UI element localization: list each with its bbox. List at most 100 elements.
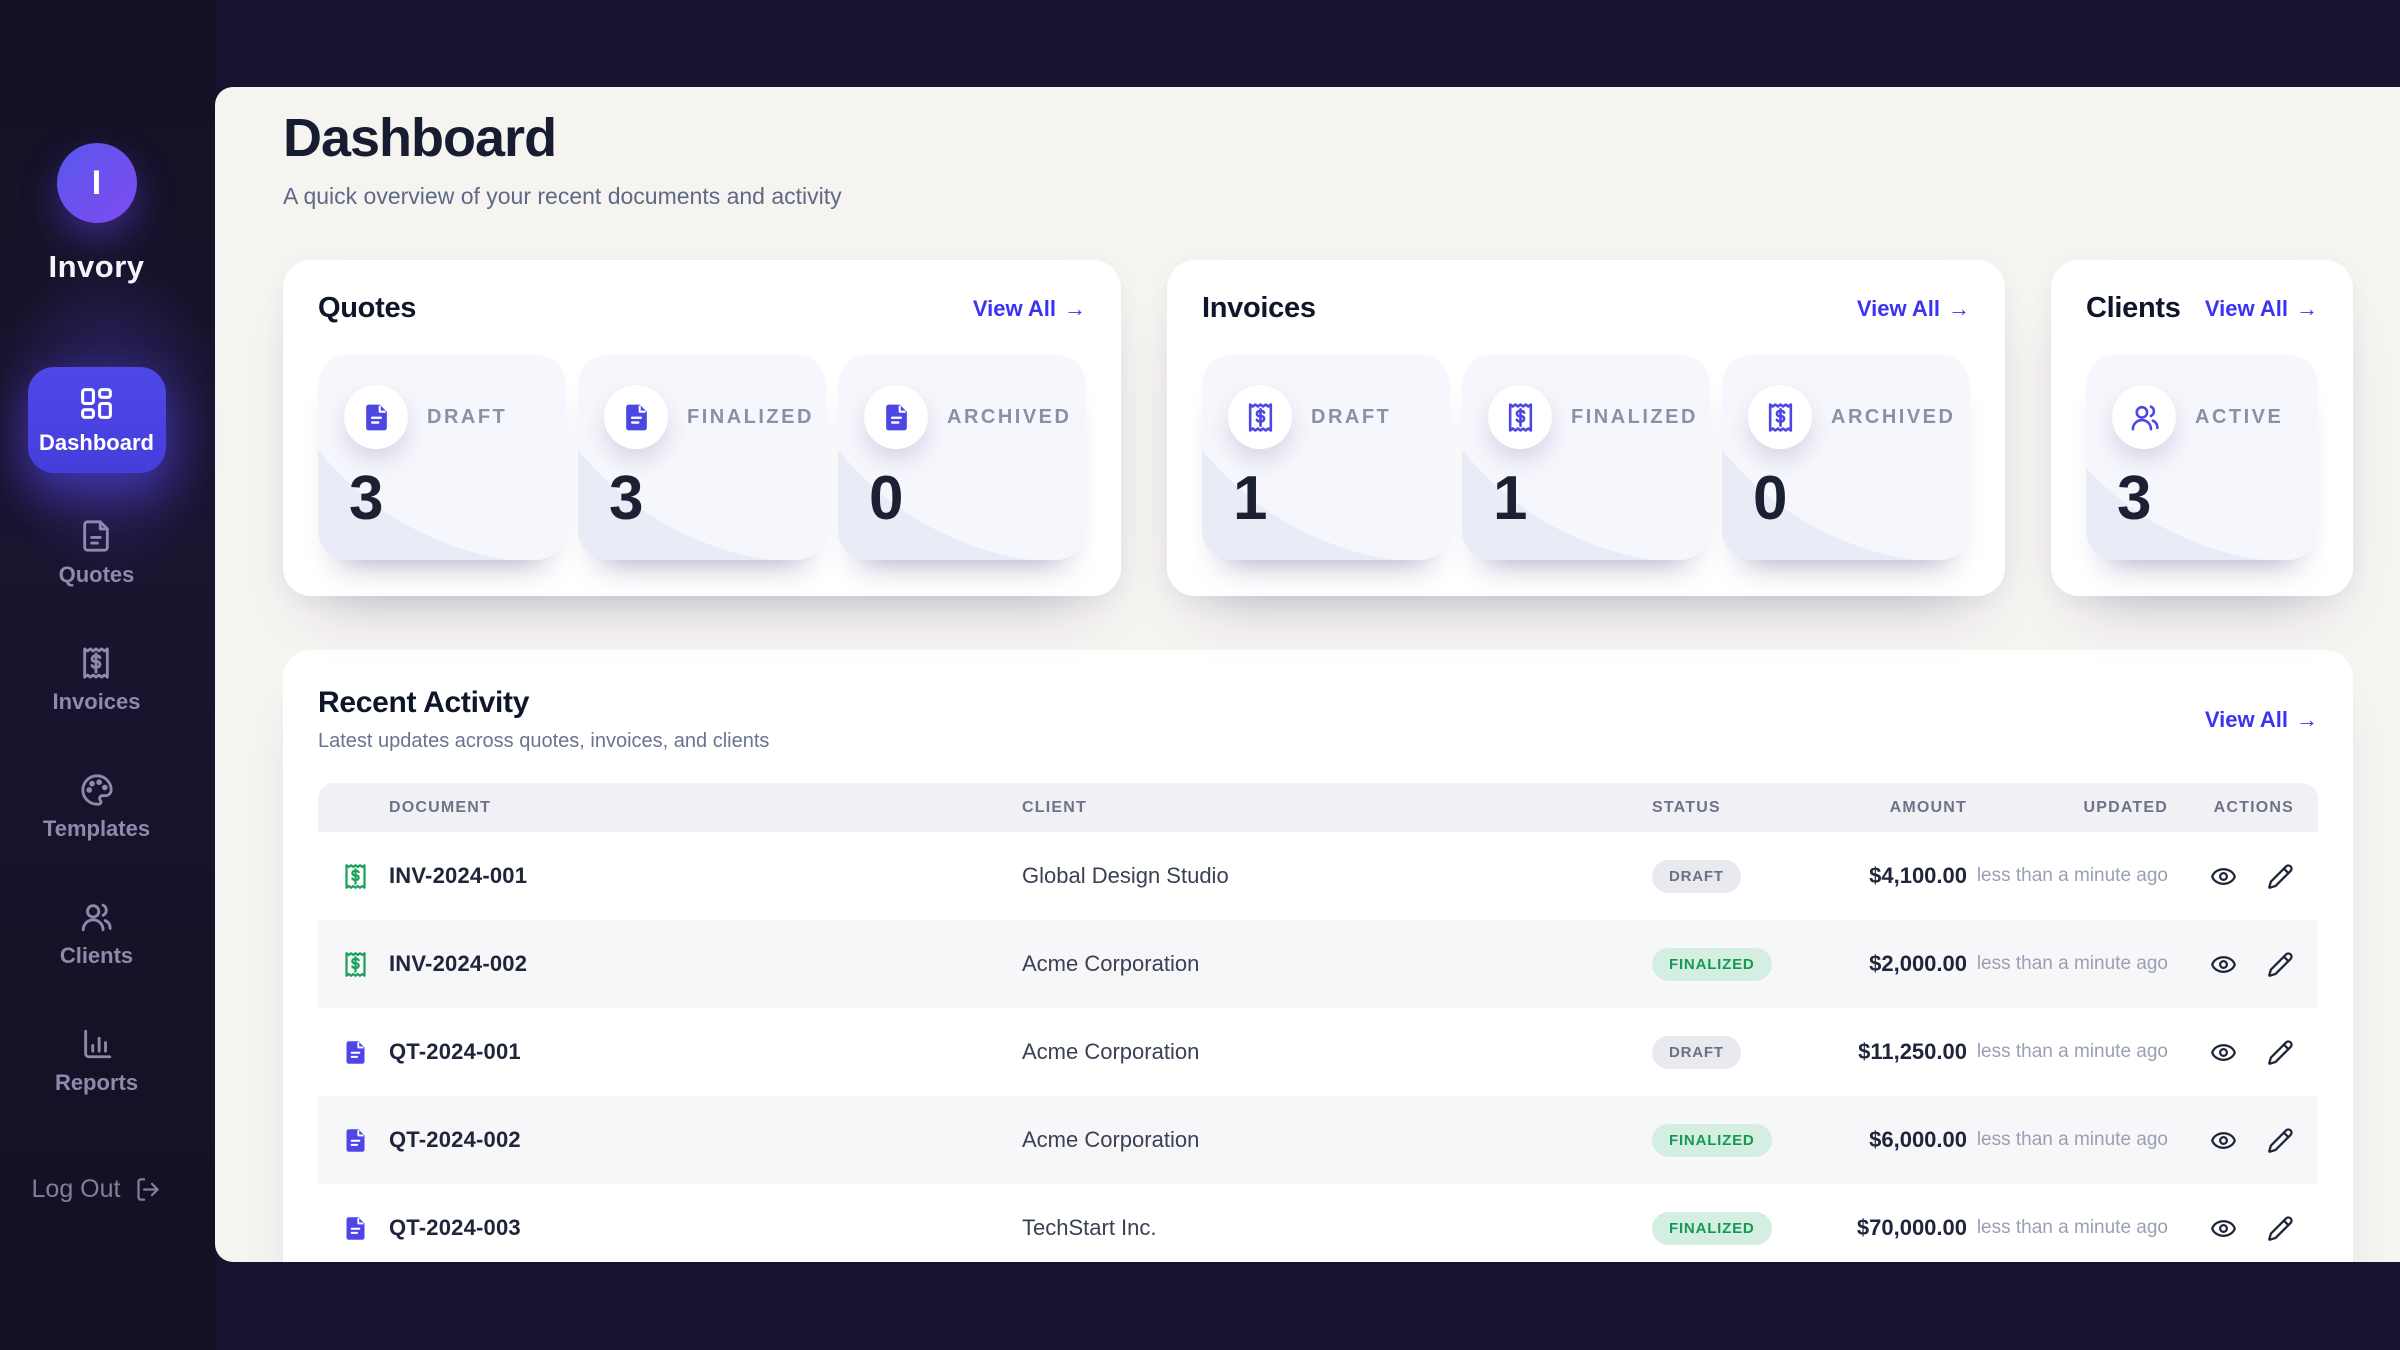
stat-label: DRAFT <box>1311 406 1391 429</box>
sidebar-item-label: Templates <box>43 816 150 842</box>
file-text-filled-icon <box>342 1039 389 1066</box>
document-number: QT-2024-001 <box>389 1039 1022 1065</box>
page-title: Dashboard <box>283 107 2353 169</box>
activity-table: DOCUMENTCLIENTSTATUSAMOUNTUPDATEDACTIONS… <box>318 783 2318 1262</box>
sidebar: I Invory DashboardQuotesInvoicesTemplate… <box>0 0 215 1350</box>
stat-icon-circle <box>1228 385 1292 449</box>
client-name: TechStart Inc. <box>1022 1215 1652 1241</box>
recent-activity-header: Recent Activity Latest updates across qu… <box>318 686 2318 753</box>
layout-dashboard-icon <box>78 385 115 422</box>
client-name: Acme Corporation <box>1022 1127 1652 1153</box>
view-all-label: View All <box>2205 296 2288 322</box>
stat-value: 3 <box>609 468 800 530</box>
stat-label: FINALIZED <box>687 406 814 429</box>
quotes-view-all-link[interactable]: View All→ <box>973 296 1086 322</box>
invoices-view-all-link[interactable]: View All→ <box>1857 296 1970 322</box>
stat-icon-circle <box>864 385 928 449</box>
arrow-right-icon: → <box>1948 296 1970 322</box>
bar-chart-icon <box>80 1027 114 1061</box>
sidebar-item-invoices[interactable]: Invoices <box>52 646 140 715</box>
view-action-button[interactable] <box>2210 951 2237 978</box>
stat-tile-archived: ARCHIVED0 <box>1722 355 1970 560</box>
arrow-right-icon: → <box>2296 296 2318 322</box>
view-action-button[interactable] <box>2210 1127 2237 1154</box>
view-action-button[interactable] <box>2210 1215 2237 1242</box>
view-action-button[interactable] <box>2210 1039 2237 1066</box>
sidebar-item-quotes[interactable]: Quotes <box>59 519 135 588</box>
recent-activity-view-all-link[interactable]: View All→ <box>2205 707 2318 733</box>
stat-icon-circle <box>604 385 668 449</box>
brand-initial: I <box>92 164 101 203</box>
page-subtitle: A quick overview of your recent document… <box>283 183 2353 210</box>
file-text-filled-icon <box>342 1215 389 1242</box>
amount-value: $6,000.00 <box>1812 1127 1967 1153</box>
stat-value: 3 <box>349 468 540 530</box>
stat-tile-draft: DRAFT1 <box>1202 355 1450 560</box>
receipt-icon <box>1765 402 1796 433</box>
logout-button[interactable]: Log Out <box>32 1175 162 1204</box>
table-row: QT-2024-002Acme CorporationFINALIZED$6,0… <box>318 1096 2318 1184</box>
activity-table-body: INV-2024-001Global Design StudioDRAFT$4,… <box>318 832 2318 1262</box>
edit-action-button[interactable] <box>2267 1039 2294 1066</box>
edit-action-button[interactable] <box>2267 1127 2294 1154</box>
main-content: Dashboard A quick overview of your recen… <box>215 87 2400 1262</box>
summary-card-invoices: Invoices View All→ DRAFT1 FINALIZED 1 ARCHIVE… <box>1167 260 2005 596</box>
users-icon <box>79 900 113 934</box>
users-icon <box>2129 402 2160 433</box>
sidebar-item-templates[interactable]: Templates <box>43 773 150 842</box>
sidebar-item-label: Invoices <box>52 689 140 715</box>
column-header-actions: ACTIONS <box>2168 799 2294 817</box>
sidebar-item-reports[interactable]: Reports <box>55 1027 138 1096</box>
stat-icon-circle <box>1748 385 1812 449</box>
view-all-label: View All <box>973 296 1056 322</box>
edit-action-button[interactable] <box>2267 951 2294 978</box>
amount-value: $11,250.00 <box>1812 1039 1967 1065</box>
stat-label: FINALIZED <box>1571 406 1698 429</box>
edit-action-button[interactable] <box>2267 863 2294 890</box>
client-name: Acme Corporation <box>1022 1039 1652 1065</box>
status-badge: DRAFT <box>1652 860 1741 893</box>
stat-value: 0 <box>1753 468 1944 530</box>
stat-value: 0 <box>869 468 1060 530</box>
stat-tile-active: ACTIVE3 <box>2086 355 2318 560</box>
card-title: Invoices <box>1202 292 1316 325</box>
updated-timestamp: less than a minute ago <box>1967 1039 2168 1064</box>
recent-activity-subtitle: Latest updates across quotes, invoices, … <box>318 730 769 753</box>
stat-label: ARCHIVED <box>947 406 1071 429</box>
column-header-status: STATUS <box>1652 799 1812 817</box>
clients-view-all-link[interactable]: View All → <box>2205 296 2318 322</box>
file-text-filled-icon <box>881 402 912 433</box>
receipt-icon <box>342 863 389 890</box>
file-text-filled-icon <box>361 402 392 433</box>
file-text-filled-icon <box>621 402 652 433</box>
eye-icon <box>2210 951 2237 978</box>
column-header-document: DOCUMENT <box>389 799 1022 817</box>
sidebar-item-label: Dashboard <box>39 430 154 456</box>
summary-card-clients: ClientsView All→ACTIVE3 <box>2051 260 2353 596</box>
stat-value: 1 <box>1493 468 1684 530</box>
stat-icon-circle <box>344 385 408 449</box>
receipt-icon <box>79 646 113 680</box>
stat-label: ACTIVE <box>2195 406 2283 429</box>
status-badge: FINALIZED <box>1652 1212 1772 1245</box>
edit-action-button[interactable] <box>2267 1215 2294 1242</box>
table-row: INV-2024-001Global Design StudioDRAFT$4,… <box>318 832 2318 920</box>
stat-tile-finalized: FINALIZED 3 <box>578 355 826 560</box>
sidebar-item-label: Reports <box>55 1070 138 1096</box>
view-action-button[interactable] <box>2210 863 2237 890</box>
status-badge: FINALIZED <box>1652 948 1772 981</box>
logout-icon <box>134 1176 161 1203</box>
column-header-updated: UPDATED <box>1967 799 2168 817</box>
sidebar-item-dashboard[interactable]: Dashboard <box>28 367 166 473</box>
brand-logo: I <box>57 143 137 223</box>
document-number: QT-2024-003 <box>389 1215 1022 1241</box>
summary-card-quotes: QuotesView All→DRAFT3FINALIZED3ARCHIVED0 <box>283 260 1121 596</box>
sidebar-item-clients[interactable]: Clients <box>60 900 133 969</box>
receipt-icon <box>342 951 389 978</box>
stat-tile-draft: DRAFT3 <box>318 355 566 560</box>
stat-tile-archived: ARCHIVED 0 <box>838 355 1086 560</box>
table-row: QT-2024-003TechStart Inc.FINALIZED$70,00… <box>318 1184 2318 1262</box>
stat-icon-circle <box>1488 385 1552 449</box>
pencil-icon <box>2267 863 2294 890</box>
updated-timestamp: less than a minute ago <box>1967 1215 2168 1240</box>
